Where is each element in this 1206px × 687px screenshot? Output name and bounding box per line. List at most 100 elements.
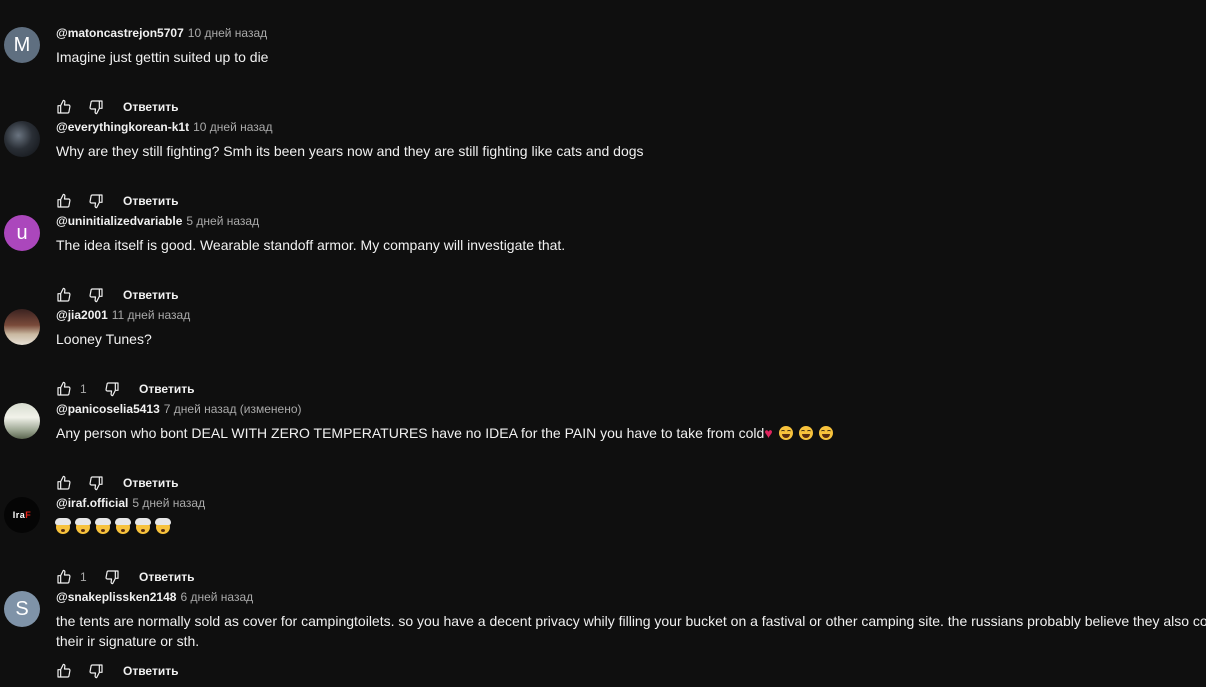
comment-thread: @everythingkorean-k1t 10 дней назад Why ar… — [0, 117, 1206, 211]
comment-text: Looney Tunes? — [56, 329, 1206, 349]
thumb-down-icon[interactable] — [88, 193, 104, 209]
comment-thread: u @uninitializedvariable 5 дней назад The i… — [0, 211, 1206, 305]
avatar[interactable]: M — [4, 27, 40, 63]
comment-thread: @jia2001 11 дней назад Looney Tunes? 1 Ответ… — [0, 305, 1206, 399]
comment-header: @uninitializedvariable 5 дней назад — [56, 214, 259, 230]
comment-actions: Ответить — [56, 97, 178, 117]
thumb-down-icon[interactable] — [88, 287, 104, 303]
author-name[interactable]: @everythingkorean-k1t — [56, 120, 189, 134]
avatar-logo-text: Ira — [12, 510, 26, 520]
reply-button[interactable]: Ответить — [139, 382, 194, 396]
mind-blown-emoji-icon — [135, 518, 151, 534]
mind-blown-emoji-icon — [55, 518, 71, 534]
mind-blown-emoji-icon — [95, 518, 111, 534]
comment-line-text: Imagine just gettin suited up to die — [56, 49, 269, 65]
author-name[interactable]: @snakeplissken2148 — [56, 590, 176, 604]
comment-text: The idea itself is good. Wearable stando… — [56, 235, 1206, 255]
comment-line-text: Why are they still fighting? Smh its bee… — [56, 143, 644, 159]
comment-actions: Ответить — [56, 191, 178, 211]
reply-button[interactable]: Ответить — [123, 288, 178, 302]
like-count: 1 — [80, 382, 87, 396]
comment-line-text: their ir signature or sth. — [56, 633, 200, 649]
timestamp[interactable]: 10 дней назад — [193, 120, 272, 134]
thumb-down-icon[interactable] — [104, 381, 120, 397]
comment-header: @matoncastrejon5707 10 дней назад — [56, 26, 267, 42]
thumb-up-icon[interactable] — [56, 193, 72, 209]
heart-emoji-icon: ♥ — [764, 425, 773, 441]
timestamp[interactable]: 10 дней назад — [188, 26, 267, 40]
comment-actions: 1 Ответить — [56, 567, 194, 587]
comment-thread: Ira F @iraf.official 5 дней назад 1 Ответить — [0, 493, 1206, 587]
author-name[interactable]: @iraf.official — [56, 496, 128, 510]
comment-actions: 1 Ответить — [56, 379, 194, 399]
thumb-down-icon[interactable] — [88, 99, 104, 115]
laughing-emoji-icon — [818, 426, 833, 440]
mind-blown-emoji-icon — [75, 518, 91, 534]
avatar-letter: u — [16, 221, 28, 244]
like-count: 1 — [80, 570, 87, 584]
thumb-up-icon[interactable] — [56, 475, 72, 491]
timestamp[interactable]: 11 дней назад — [112, 308, 190, 322]
comment-thread: M @matoncastrejon5707 10 дней назад Imagine… — [0, 23, 1206, 117]
comment-text: Why are they still fighting? Smh its bee… — [56, 141, 1206, 161]
timestamp[interactable]: 5 дней назад — [132, 496, 205, 510]
thumb-up-icon[interactable] — [56, 663, 72, 679]
reply-button[interactable]: Ответить — [139, 570, 194, 584]
comment-line: Imagine just gettin suited up to die — [56, 47, 1206, 67]
comment-thread: S @snakeplissken2148 6 дней назад the tents… — [0, 587, 1206, 681]
mind-blown-emoji-icon — [115, 518, 131, 534]
comment-header: @iraf.official 5 дней назад — [56, 496, 205, 512]
reply-button[interactable]: Ответить — [123, 476, 178, 490]
reply-button[interactable]: Ответить — [123, 100, 178, 114]
comment-line: their ir signature or sth. — [56, 631, 1206, 651]
thumb-up-icon[interactable] — [56, 569, 72, 585]
author-name[interactable]: @matoncastrejon5707 — [56, 26, 184, 40]
avatar[interactable]: S — [4, 591, 40, 627]
thumb-up-icon[interactable] — [56, 381, 72, 397]
reply-button[interactable]: Ответить — [123, 664, 178, 678]
laughing-emoji-icon — [798, 426, 813, 440]
thumb-down-icon[interactable] — [104, 569, 120, 585]
comment-line-text: the tents are normally sold as cover for… — [56, 613, 1206, 629]
comment-actions: Ответить — [56, 661, 178, 681]
thumb-up-icon[interactable] — [56, 287, 72, 303]
avatar-letter: S — [15, 597, 29, 620]
reply-button[interactable]: Ответить — [123, 194, 178, 208]
comment-text: Imagine just gettin suited up to die — [56, 47, 1206, 67]
timestamp[interactable]: 6 дней назад — [180, 590, 253, 604]
comment-header: @panicoselia5413 7 дней назад (изменено) — [56, 402, 302, 418]
comment-line — [55, 517, 1206, 537]
thumb-up-icon[interactable] — [56, 99, 72, 115]
comment-line-text: The idea itself is good. Wearable stando… — [56, 237, 566, 253]
comment-line: Looney Tunes? — [56, 329, 1206, 349]
comments-list: M @matoncastrejon5707 10 дней назад Imagine… — [0, 0, 1206, 687]
thumb-down-icon[interactable] — [88, 475, 104, 491]
comment-header: @everythingkorean-k1t 10 дней назад — [56, 120, 272, 136]
comment-line-text: Any person who bont DEAL WITH ZERO TEMPE… — [56, 425, 765, 441]
laughing-emoji-icon — [778, 426, 793, 440]
comment-header: @snakeplissken2148 6 дней назад — [56, 590, 253, 606]
avatar[interactable] — [4, 121, 40, 157]
timestamp[interactable]: 7 дней назад (изменено) — [164, 402, 302, 416]
comment-header: @jia2001 11 дней назад — [56, 308, 190, 324]
comment-line: Why are they still fighting? Smh its bee… — [56, 141, 1206, 161]
comment-thread: @panicoselia5413 7 дней назад (изменено) A… — [0, 399, 1206, 493]
avatar-logo-accent: F — [25, 510, 32, 520]
mind-blown-emoji-icon — [155, 518, 171, 534]
author-name[interactable]: @uninitializedvariable — [56, 214, 182, 228]
avatar[interactable]: Ira F — [4, 497, 40, 533]
comment-line: Any person who bont DEAL WITH ZERO TEMPE… — [56, 423, 1206, 443]
avatar[interactable] — [4, 403, 40, 439]
comment-text: Any person who bont DEAL WITH ZERO TEMPE… — [56, 423, 1206, 443]
avatar[interactable] — [4, 309, 40, 345]
author-name[interactable]: @panicoselia5413 — [56, 402, 160, 416]
avatar[interactable]: u — [4, 215, 40, 251]
comment-line: the tents are normally sold as cover for… — [56, 611, 1206, 631]
comment-text — [55, 517, 1206, 537]
author-name[interactable]: @jia2001 — [56, 308, 108, 322]
thumb-down-icon[interactable] — [88, 663, 104, 679]
timestamp[interactable]: 5 дней назад — [186, 214, 259, 228]
comment-actions: Ответить — [56, 285, 178, 305]
comment-line-text: Looney Tunes? — [56, 331, 152, 347]
comment-actions: Ответить — [56, 473, 178, 493]
